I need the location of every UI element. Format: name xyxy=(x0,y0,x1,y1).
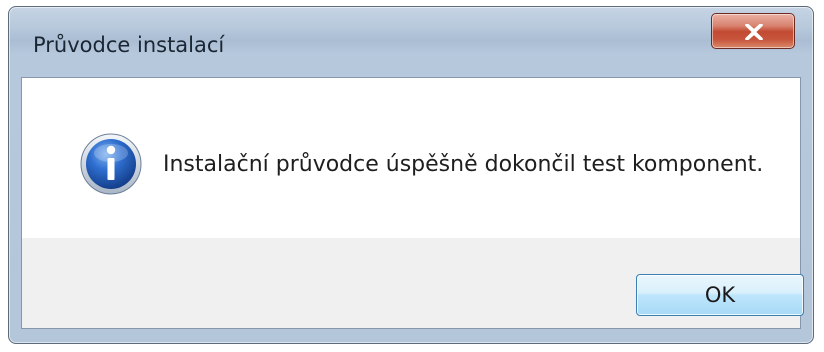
title-bar[interactable]: Průvodce instalací xyxy=(9,7,813,79)
info-icon xyxy=(80,133,142,195)
ok-button[interactable]: OK xyxy=(636,274,804,316)
dialog-window: Průvodce instalací Instalační průvodce ú… xyxy=(8,6,814,344)
window-title: Průvodce instalací xyxy=(33,33,225,57)
close-button[interactable] xyxy=(711,13,795,49)
message-text: Instalační průvodce úspěšně dokončil tes… xyxy=(163,152,764,177)
dialog-client-area: Instalační průvodce úspěšně dokončil tes… xyxy=(21,77,804,329)
message-panel: Instalační průvodce úspěšně dokončil tes… xyxy=(22,78,800,238)
close-icon xyxy=(745,24,763,40)
